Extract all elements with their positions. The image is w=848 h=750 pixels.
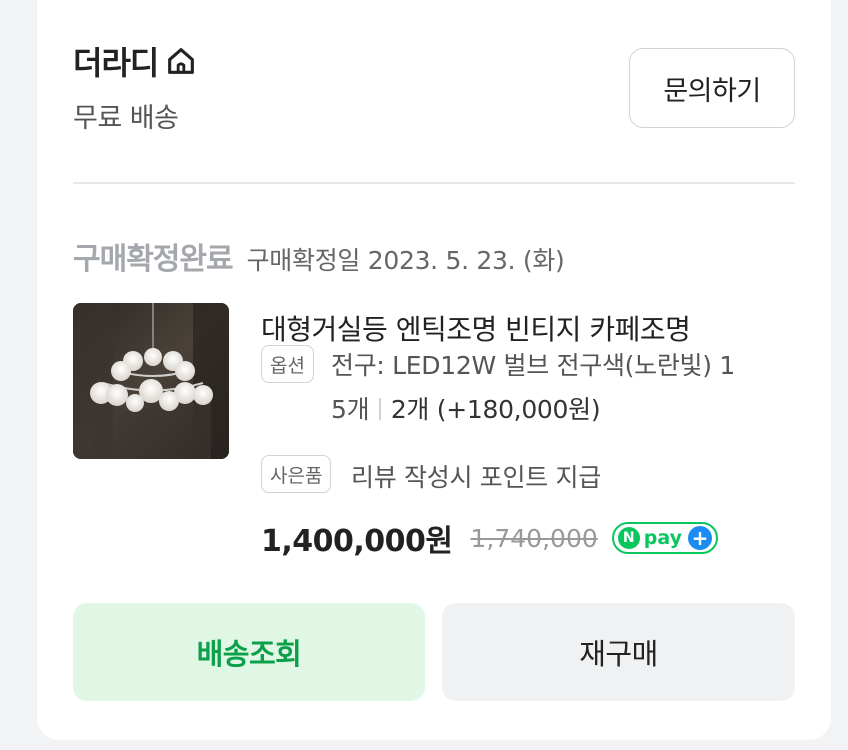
separator bbox=[379, 398, 381, 420]
product-thumbnail[interactable] bbox=[73, 303, 229, 459]
shipping-info: 무료 배송 bbox=[73, 103, 179, 134]
confirm-date: 구매확정일 2023. 5. 23. (화) bbox=[246, 246, 565, 275]
track-delivery-button[interactable]: 배송조회 bbox=[73, 603, 425, 701]
store-name: 더라디 bbox=[73, 44, 159, 82]
order-status-row: 구매확정완료 구매확정일 2023. 5. 23. (화) bbox=[73, 234, 565, 278]
store-header: 더라디 bbox=[73, 38, 198, 84]
chandelier-image bbox=[73, 303, 229, 459]
original-price: 1,740,000 bbox=[470, 523, 598, 553]
price: 1,400,000원 bbox=[261, 524, 453, 559]
rebuy-button[interactable]: 재구매 bbox=[442, 603, 795, 701]
store-link[interactable]: 더라디 bbox=[73, 38, 198, 84]
order-status: 구매확정완료 bbox=[73, 242, 234, 277]
order-card: 더라디 무료 배송 문의하기 구매확정완료 구매확정일 2023. 5. 23.… bbox=[37, 0, 831, 740]
option-quantity-line: 5개 2개 (+180,000원) bbox=[331, 390, 601, 426]
npay-label: pay bbox=[643, 527, 682, 549]
npay-n-icon: N bbox=[617, 527, 640, 549]
gift-text: 리뷰 작성시 포인트 지급 bbox=[351, 463, 601, 492]
option-tag: 옵션 bbox=[261, 345, 314, 383]
gift-tag: 사은품 bbox=[261, 455, 332, 493]
divider bbox=[73, 182, 795, 184]
option-text-cont: 5개 bbox=[331, 395, 370, 424]
option-text: 전구: LED12W 벌브 전구색(노란빛) 1 bbox=[331, 351, 735, 380]
price-row: 1,400,000원 1,740,000 N pay + bbox=[261, 516, 718, 560]
npay-badge: N pay + bbox=[611, 522, 718, 554]
quantity: 2개 (+180,000원) bbox=[390, 395, 601, 424]
home-icon bbox=[168, 48, 195, 74]
plus-icon: + bbox=[687, 526, 712, 550]
inquiry-button[interactable]: 문의하기 bbox=[629, 48, 795, 128]
product-title[interactable]: 대형거실등 엔틱조명 빈티지 카페조명 bbox=[261, 308, 781, 348]
